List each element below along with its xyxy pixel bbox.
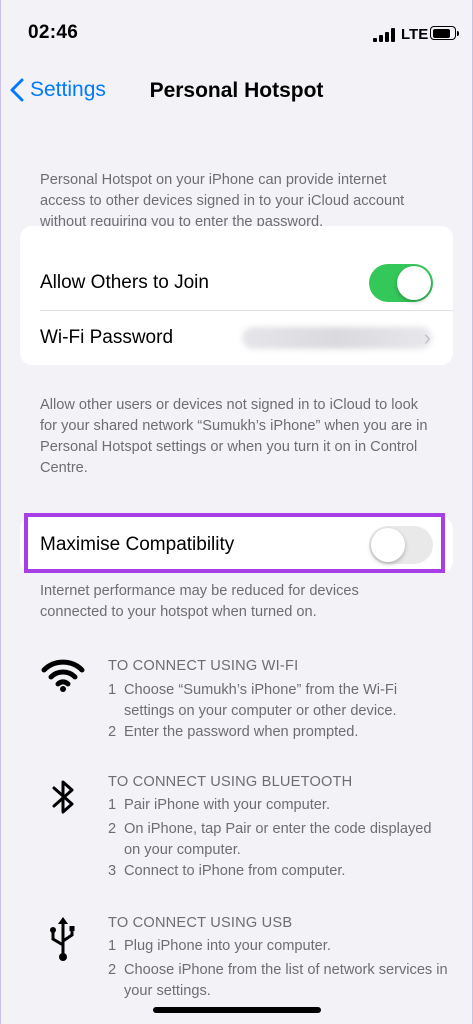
status-bar: 02:46 LTE [0, 0, 473, 60]
cellular-signal-icon [373, 28, 395, 42]
wifi-password-row[interactable]: Wi-Fi Password › [20, 311, 453, 365]
allow-others-toggle[interactable] [369, 264, 433, 302]
usb-icon [50, 917, 75, 961]
list-item: 1 Pair iPhone with your computer. [108, 797, 331, 813]
navigation-bar: Settings Personal Hotspot [0, 70, 473, 114]
list-item: 2 On iPhone, tap Pair or enter the code … [108, 821, 432, 858]
page-title: Personal Hotspot [149, 79, 324, 102]
allow-others-label: Allow Others to Join [40, 272, 209, 293]
wifi-heading: TO CONNECT USING WI-FI [108, 658, 299, 674]
compatibility-footer: Internet performance may be reduced for … [40, 583, 359, 620]
list-item: 1 Choose “Sumukh’s iPhone” from the Wi-F… [108, 682, 398, 719]
battery-level [432, 28, 450, 38]
hotspot-settings-card: Allow Others to Join Wi-Fi Password › [20, 226, 453, 365]
highlight-box [24, 513, 445, 573]
wifi-password-label: Wi-Fi Password [40, 327, 174, 348]
chevron-right-icon: › [423, 325, 431, 350]
network-type: LTE [401, 26, 429, 43]
frame-border-left [0, 0, 1, 1024]
list-item: 1 Plug iPhone into your computer. [108, 938, 331, 954]
bluetooth-heading: TO CONNECT USING BLUETOOTH [108, 774, 353, 790]
intro-text: Personal Hotspot on your iPhone can prov… [40, 172, 405, 230]
toggle-knob [397, 266, 431, 300]
wifi-icon [41, 659, 85, 692]
list-item: 3 Connect to iPhone from computer. [108, 863, 346, 879]
list-item: 2 Enter the password when prompted. [108, 724, 359, 740]
allow-others-row[interactable]: Allow Others to Join [20, 255, 453, 311]
home-indicator[interactable] [153, 1007, 321, 1013]
allow-others-footer: Allow other users or devices not signed … [40, 397, 428, 476]
list-item: 2 Choose iPhone from the list of network… [108, 962, 448, 999]
status-time: 02:46 [28, 22, 79, 43]
bluetooth-icon [52, 780, 74, 814]
wifi-password-value-redacted [242, 327, 432, 349]
battery-icon [430, 26, 459, 40]
usb-heading: TO CONNECT USING USB [108, 915, 293, 931]
